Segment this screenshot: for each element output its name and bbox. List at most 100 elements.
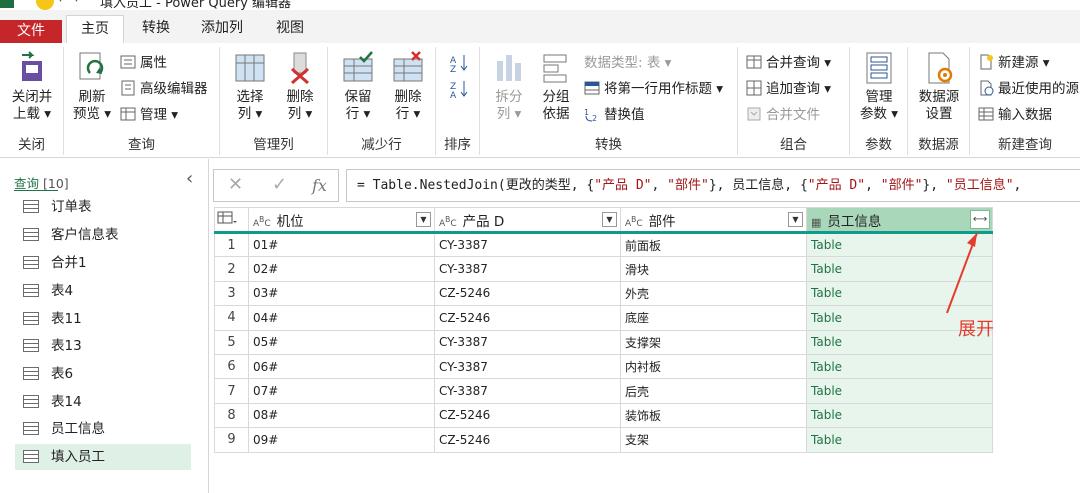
group-label-data-source: 数据源 — [918, 137, 959, 153]
quick-access-menu-icon[interactable]: ▾ — [74, 0, 79, 5]
merge-queries-button[interactable]: 合并查询 ▾ — [746, 52, 831, 74]
data-source-settings-icon — [923, 51, 955, 85]
tab-home[interactable]: 主页 — [66, 15, 124, 43]
group-combine: 合并查询 ▾ 追加查询 ▾ 合并文件 组合 — [738, 47, 850, 155]
formula-input[interactable]: = Table.NestedJoin(更改的类型, {"产品 D", "部件"}… — [346, 169, 1080, 202]
sort-descending-button[interactable]: ZA — [450, 79, 474, 101]
text-type-icon: ABC — [439, 214, 457, 229]
remove-rows-icon — [392, 51, 424, 85]
first-row-header-icon — [584, 80, 600, 96]
tab-file[interactable]: 文件 — [0, 20, 62, 43]
collapse-pane-icon[interactable]: ‹ — [186, 168, 193, 189]
close-and-load-button[interactable]: 关闭并 上载 ▾ — [4, 51, 60, 123]
queries-pane: 查询 [10] ‹ 订单表 客户信息表 合并1 表4 表11 表13 表6 表1… — [0, 159, 209, 493]
group-transform: 拆分 列 ▾ 分组 依据 数据类型: 表 ▾ 将第一行用作标题 ▾ 1 2 替换值 … — [480, 47, 738, 155]
refresh-preview-button[interactable]: 刷新 预览 ▾ — [68, 51, 116, 123]
text-type-icon: ABC — [253, 214, 271, 229]
remove-rows-button[interactable]: 删除 行 ▾ — [384, 51, 432, 123]
group-parameters: 管理 参数 ▾ 参数 — [850, 47, 908, 155]
group-data-source: 数据源 设置 数据源 — [908, 47, 970, 155]
keep-rows-button[interactable]: 保留 行 ▾ — [334, 51, 382, 123]
data-source-settings-button[interactable]: 数据源 设置 — [912, 51, 966, 123]
properties-icon — [120, 54, 136, 70]
append-queries-button[interactable]: 追加查询 ▾ — [746, 78, 831, 100]
column-header[interactable]: ABC 部件 ▼ — [620, 207, 807, 234]
group-label-combine: 组合 — [780, 137, 807, 153]
group-label-new-query: 新建查询 — [998, 137, 1052, 153]
close-load-icon — [16, 51, 48, 85]
data-grid: ABC 机位 ▼ ABC 产品 D ▼ ABC 部件 ▼ ▦ 员工信息 ⟷ 1 01# CY-338… — [214, 207, 993, 453]
query-item[interactable]: 订单表 — [15, 194, 191, 220]
group-label-parameters: 参数 — [865, 137, 892, 153]
fx-icon[interactable]: fx — [312, 176, 327, 195]
manage-table-icon — [120, 106, 136, 122]
table-row: 3 03# CZ-5246 外壳 Table — [214, 280, 993, 307]
remove-columns-button[interactable]: 删除 列 ▾ — [276, 51, 324, 123]
replace-values-button[interactable]: 1 2 替换值 — [584, 104, 645, 126]
manage-parameters-button[interactable]: 管理 参数 ▾ — [854, 51, 904, 123]
recent-sources-button[interactable]: 最近使用的源 — [978, 78, 1079, 100]
tab-transform[interactable]: 转换 — [128, 15, 184, 43]
table-icon — [23, 312, 39, 325]
group-by-button[interactable]: 分组 依据 — [532, 51, 580, 123]
filter-dropdown-icon[interactable]: ▼ — [416, 212, 431, 227]
group-label-reduce-rows: 减少行 — [361, 137, 402, 153]
table-icon — [23, 395, 39, 408]
query-item[interactable]: 表6 — [15, 361, 191, 387]
data-type-dropdown[interactable]: 数据类型: 表 ▾ — [584, 52, 671, 74]
new-source-icon — [978, 54, 994, 70]
query-item[interactable]: 表4 — [15, 278, 191, 304]
window-title: 填入员工 - Power Query 编辑器 — [100, 0, 292, 10]
group-label-query: 查询 — [128, 137, 155, 153]
advanced-editor-icon — [120, 80, 136, 96]
formula-bar-buttons: ✕ ✓ fx — [213, 169, 339, 202]
advanced-editor-button[interactable]: 高级编辑器 — [120, 78, 208, 100]
tab-view[interactable]: 视图 — [262, 15, 318, 43]
table-menu-icon[interactable] — [214, 207, 249, 234]
query-item[interactable]: 客户信息表 — [15, 222, 191, 248]
group-by-icon — [540, 51, 572, 85]
use-first-row-as-headers-button[interactable]: 将第一行用作标题 ▾ — [584, 78, 723, 100]
query-item[interactable]: 表11 — [15, 306, 191, 332]
recent-sources-icon — [978, 80, 994, 96]
table-row: 7 07# CY-3387 后壳 Table — [214, 378, 993, 404]
group-new-query: 新建源 ▾ 最近使用的源 输入数据 新建查询 — [970, 47, 1080, 155]
query-item[interactable]: 表14 — [15, 389, 191, 415]
choose-columns-button[interactable]: 选择 列 ▾ — [226, 51, 274, 123]
manage-parameters-icon — [863, 51, 895, 85]
tab-add-column[interactable]: 添加列 — [190, 15, 254, 43]
new-source-button[interactable]: 新建源 ▾ — [978, 52, 1050, 74]
refresh-icon — [76, 51, 108, 85]
query-item[interactable]: 合并1 — [15, 250, 191, 276]
expand-annotation: 展开 — [958, 319, 994, 340]
filter-dropdown-icon[interactable]: ▼ — [602, 212, 617, 227]
cancel-formula-icon[interactable]: ✕ — [228, 174, 243, 195]
manage-button[interactable]: 管理 ▾ — [120, 104, 178, 126]
combine-files-button[interactable]: 合并文件 — [746, 104, 820, 126]
filter-dropdown-icon[interactable]: ▼ — [788, 212, 803, 227]
query-item[interactable]: 员工信息 — [15, 416, 191, 442]
svg-text:2: 2 — [592, 114, 597, 122]
choose-columns-icon — [234, 51, 266, 85]
keep-rows-icon — [342, 51, 374, 85]
table-row: 4 04# CZ-5246 底座 Table — [214, 305, 993, 331]
table-icon — [23, 450, 39, 463]
table-icon — [23, 284, 39, 297]
sort-ascending-button[interactable]: AZ — [450, 53, 474, 75]
combine-files-icon — [746, 106, 762, 122]
title-bar: ▾ ▾ 填入员工 - Power Query 编辑器 — [0, 0, 1080, 10]
query-item[interactable]: 表13 — [15, 333, 191, 359]
column-header[interactable]: ABC 机位 ▼ — [248, 207, 435, 234]
excel-icon — [0, 0, 14, 8]
query-item-selected[interactable]: 填入员工 — [15, 444, 191, 470]
chevron-down-icon[interactable]: ▾ — [58, 0, 63, 5]
split-column-icon — [493, 51, 525, 85]
merge-queries-icon — [746, 54, 762, 70]
confirm-formula-icon[interactable]: ✓ — [272, 174, 287, 195]
smiley-feedback-icon[interactable] — [36, 0, 54, 10]
enter-data-button[interactable]: 输入数据 — [978, 104, 1052, 126]
column-header[interactable]: ABC 产品 D ▼ — [434, 207, 621, 234]
split-column-button[interactable]: 拆分 列 ▾ — [486, 51, 532, 123]
table-icon — [23, 256, 39, 269]
properties-button[interactable]: 属性 — [120, 52, 167, 74]
